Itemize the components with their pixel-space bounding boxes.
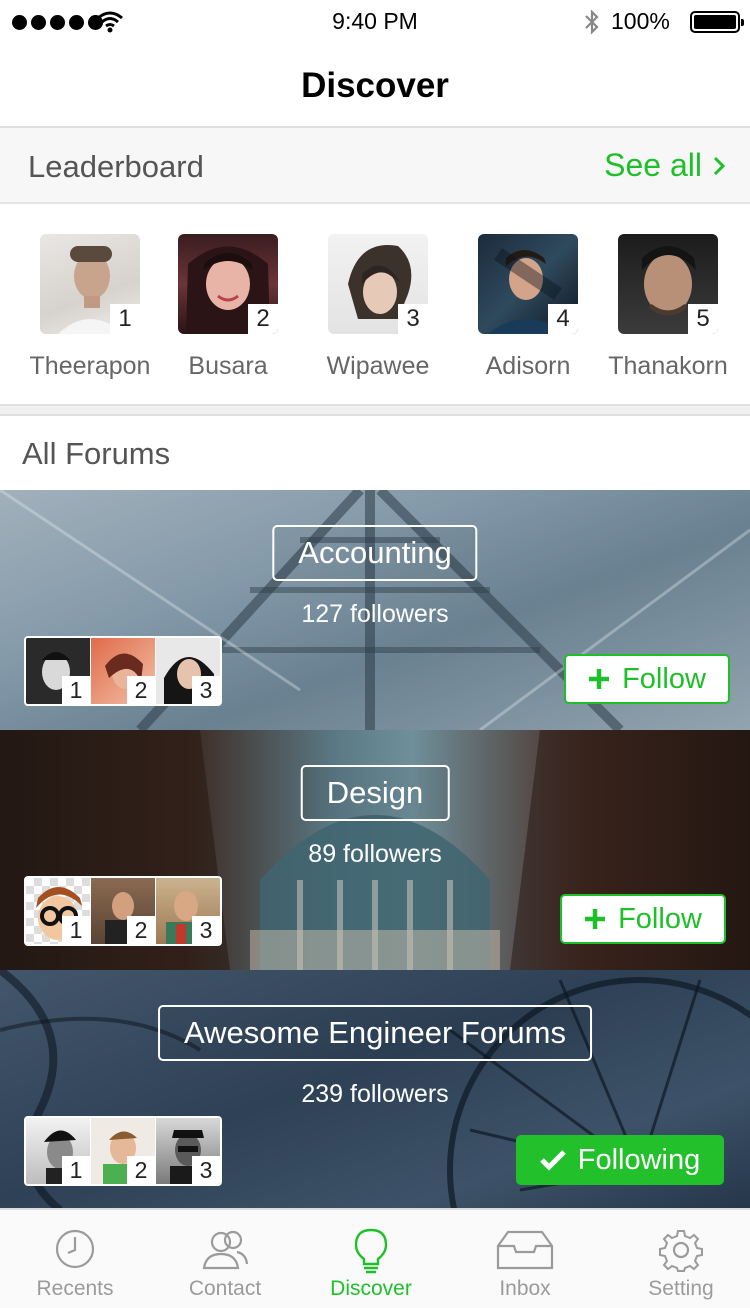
avatar: 1 [40,234,140,334]
forum-card[interactable]: Awesome Engineer Forums 239 followers 1 … [0,970,750,1210]
leaderboard-user-name: Thanakorn [608,352,728,380]
follow-button-label: Follow [622,662,706,695]
lightbulb-icon [354,1228,388,1274]
plus-icon [589,669,610,689]
rank-badge: 2 [248,304,278,334]
rank-badge: 2 [127,676,155,704]
bluetooth-icon [585,9,599,35]
leaderboard-list: 1 Theerapon 2 Busara 3 Wipawee 4 Adisorn… [0,204,750,404]
rank-badge: 1 [110,304,140,334]
see-all-button[interactable]: See all [604,147,726,184]
tab-label: Discover [330,1277,412,1300]
rank-badge: 3 [192,676,220,704]
battery-percent: 100% [611,8,670,34]
forums-header: All Forums [0,416,750,490]
leaderboard-user[interactable]: 1 Theerapon [10,234,170,381]
contacts-icon [202,1230,249,1270]
tab-label: Setting [648,1277,714,1300]
leaderboard-user-name: Theerapon [29,352,151,380]
rank-badge: 2 [127,1156,155,1184]
following-button-label: Following [577,1143,701,1176]
avatar: 5 [618,234,718,334]
avatar: 2 [91,878,155,944]
leaderboard-title: Leaderboard [28,149,204,184]
forum-top-members: 1 2 3 [24,636,222,706]
follow-button-label: Follow [618,902,702,935]
chevron-right-icon [713,156,726,175]
forum-followers-count: 89 followers [308,840,442,868]
avatar: 4 [478,234,578,334]
tab-label: Inbox [499,1277,551,1300]
avatar: 2 [91,638,155,704]
tab-label: Contact [188,1277,262,1300]
forum-followers-count: 127 followers [301,600,449,628]
leaderboard-user[interactable]: 4 Adisorn [448,234,608,381]
gear-icon [659,1230,703,1272]
nav-bar: Discover [0,44,750,128]
leaderboard-user[interactable]: 5 Thanakorn [588,234,748,381]
rank-badge: 5 [688,304,718,334]
forum-name: Awesome Engineer Forums [158,1005,592,1061]
rank-badge: 3 [192,1156,220,1184]
rank-badge: 2 [127,916,155,944]
avatar: 3 [156,638,220,704]
forum-name: Design [300,765,450,821]
forum-card[interactable]: Design 89 followers 1 2 3 Follow [0,730,750,970]
leaderboard-header: Leaderboard See all [0,128,750,204]
follow-button[interactable]: Follow [564,654,730,704]
avatar: 1 [26,1118,90,1184]
avatar: 3 [156,1118,220,1184]
leaderboard-user-name: Adisorn [485,352,571,380]
forums-title: All Forums [22,436,171,471]
tab-contact[interactable]: Contact [150,1210,300,1308]
leaderboard-user[interactable]: 3 Wipawee [298,234,458,381]
leaderboard-user[interactable]: 2 Busara [148,234,308,381]
following-button[interactable]: Following [516,1135,724,1185]
plus-icon [585,909,606,929]
rank-badge: 3 [192,916,220,944]
follow-button[interactable]: Follow [560,894,726,944]
avatar: 2 [91,1118,155,1184]
forum-top-members: 1 2 3 [24,1116,222,1186]
leaderboard-user-name: Busara [188,352,268,380]
inbox-icon [496,1230,554,1270]
clock-icon [55,1229,95,1269]
rank-badge: 4 [548,304,578,334]
tab-label: Recents [36,1277,114,1300]
forum-name: Accounting [272,525,478,581]
rank-badge: 1 [62,676,90,704]
forum-card[interactable]: Accounting 127 followers 1 2 3 Follow [0,490,750,730]
status-bar: 9:40 PM 100% [0,0,750,44]
avatar: 1 [26,638,90,704]
avatar: 3 [156,878,220,944]
tab-bar: Recents Contact Discover Inbox Setting [0,1208,750,1308]
forum-followers-count: 239 followers [301,1080,449,1108]
tab-discover[interactable]: Discover [296,1210,446,1308]
tab-setting[interactable]: Setting [606,1210,750,1308]
page-title: Discover [301,66,449,105]
section-divider [0,404,750,416]
rank-badge: 1 [62,916,90,944]
see-all-label: See all [604,147,702,183]
tab-recents[interactable]: Recents [0,1210,150,1308]
battery-icon [690,11,744,33]
avatar: 2 [178,234,278,334]
avatar: 3 [328,234,428,334]
avatar: 1 [26,878,90,944]
rank-badge: 1 [62,1156,90,1184]
tab-inbox[interactable]: Inbox [450,1210,600,1308]
leaderboard-user-name: Wipawee [326,352,430,380]
forum-top-members: 1 2 3 [24,876,222,946]
checkmark-icon [539,1150,566,1171]
rank-badge: 3 [398,304,428,334]
